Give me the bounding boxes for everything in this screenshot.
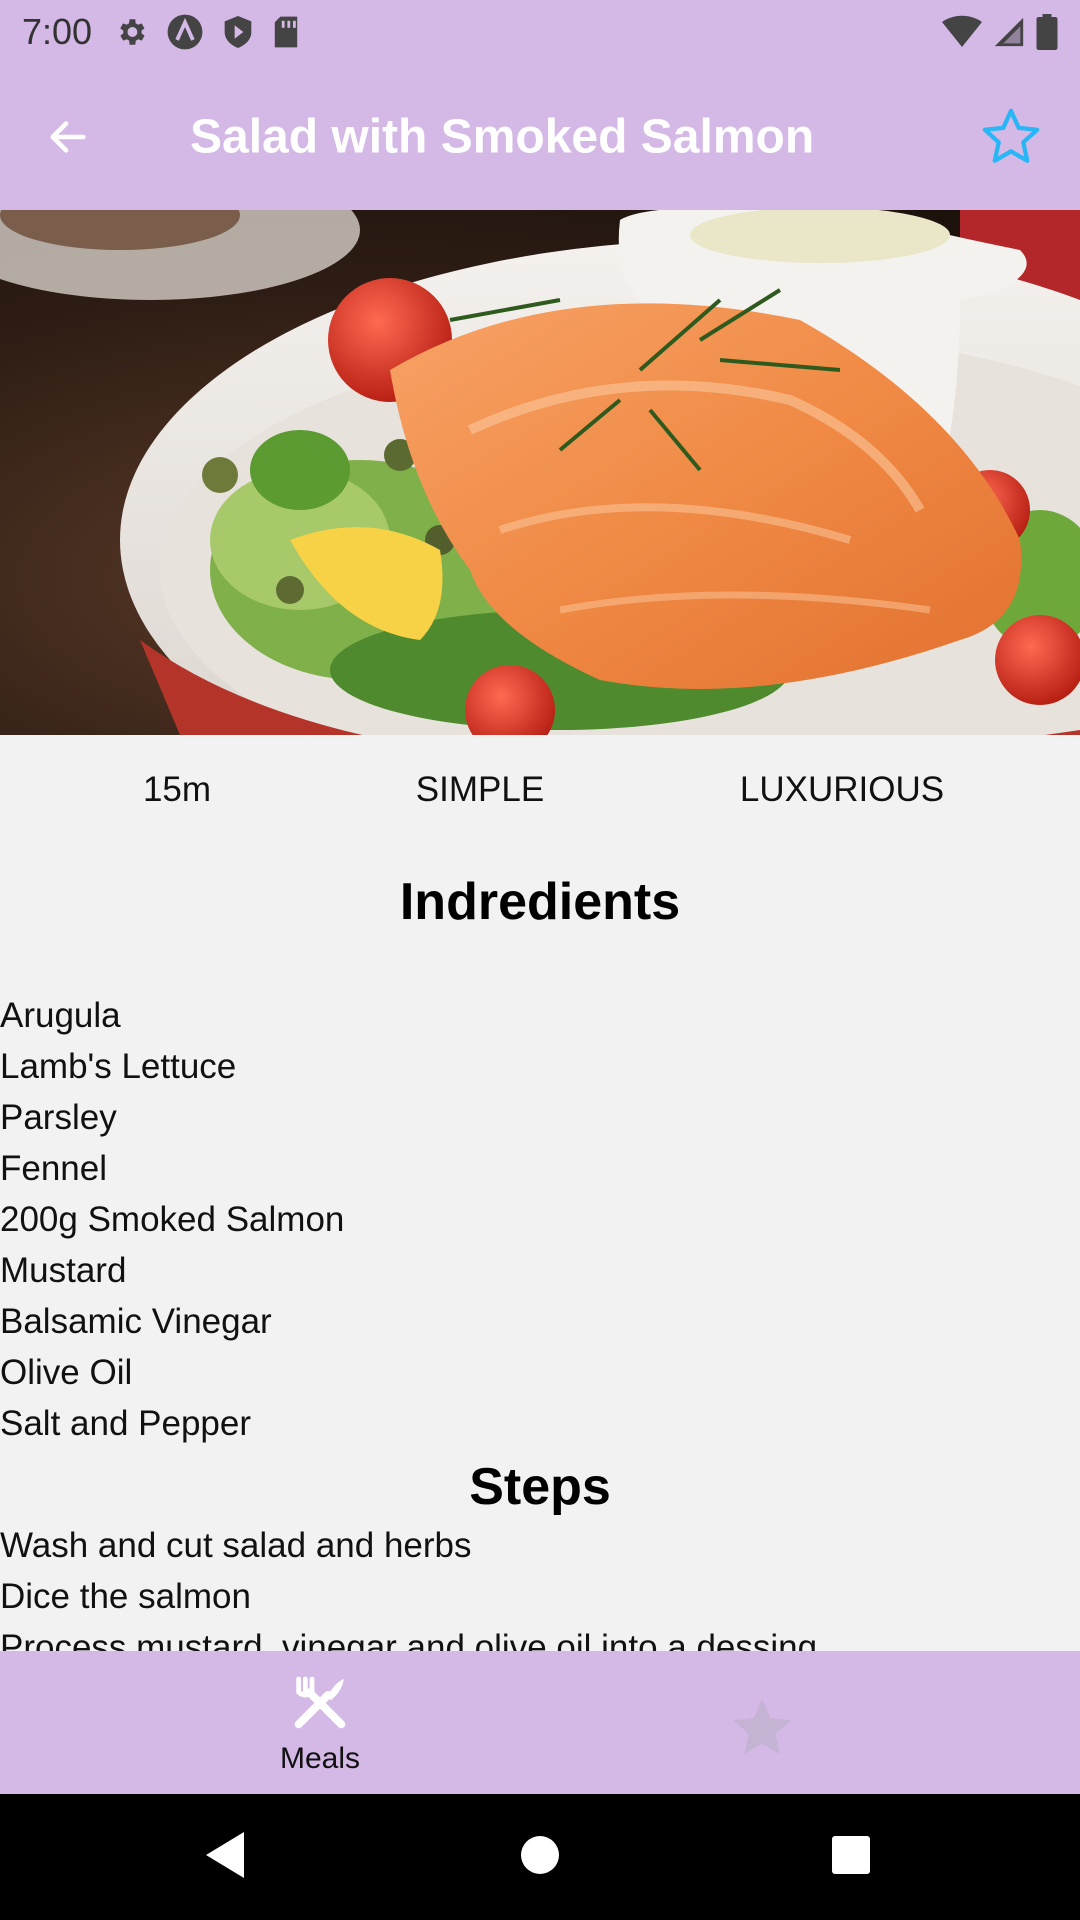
ingredient-item: Balsamic Vinegar — [0, 1302, 272, 1341]
favorite-button[interactable] — [978, 104, 1044, 170]
battery-icon — [1036, 13, 1058, 50]
step-item: Dice the salmon — [0, 1577, 251, 1616]
a-circle-icon — [167, 14, 203, 49]
gear-icon — [120, 18, 145, 45]
ingredient-item: Mustard — [0, 1251, 127, 1290]
ingredient-item: Parsley — [0, 1098, 117, 1137]
complexity-label: SIMPLE — [415, 770, 545, 809]
step-item: Wash and cut salad and herbs — [0, 1526, 472, 1565]
home-circle-icon[interactable] — [520, 1830, 560, 1880]
tab-meals-label: Meals — [279, 1742, 361, 1775]
page-title: Salad with Smoked Salmon — [190, 110, 815, 163]
step-item: Process mustard, vinegar and olive oil i… — [0, 1628, 818, 1651]
ingredients-title: Indredients — [399, 873, 681, 931]
back-triangle-icon[interactable] — [204, 1830, 248, 1880]
play-shield-icon — [224, 15, 252, 48]
duration-label: 15m — [142, 770, 212, 809]
signal-icon — [994, 17, 1024, 46]
arrow-left-icon — [50, 120, 86, 153]
ingredient-item: Salt and Pepper — [0, 1404, 252, 1443]
system-navigation-bar — [0, 1794, 1080, 1920]
steps-scroll-area[interactable]: Wash and cut salad and herbs Dice the sa… — [0, 1520, 1080, 1651]
wifi-icon — [942, 15, 982, 47]
meal-meta-row: 15m SIMPLE LUXURIOUS — [0, 770, 1080, 830]
bottom-navigation: Meals — [0, 1651, 1080, 1794]
tab-favorites[interactable] — [727, 1693, 797, 1763]
sd-card-icon — [274, 16, 298, 47]
ingredient-item: Arugula — [0, 996, 121, 1035]
fork-knife-icon — [294, 1676, 346, 1729]
recents-square-icon[interactable] — [830, 1830, 872, 1880]
affordability-label: LUXURIOUS — [739, 770, 945, 809]
app-bar: Salad with Smoked Salmon — [0, 63, 1080, 210]
steps-list: Wash and cut salad and herbs Dice the sa… — [0, 1520, 817, 1651]
ingredient-item: 200g Smoked Salmon — [0, 1200, 345, 1239]
ingredient-item: Lamb's Lettuce — [0, 1047, 237, 1086]
meal-image — [0, 210, 1080, 735]
star-outline-icon — [982, 108, 1040, 163]
tab-meals[interactable]: Meals — [270, 1671, 370, 1776]
back-button[interactable] — [42, 111, 94, 163]
salmon-salad-photo — [0, 210, 1080, 735]
ingredient-item: Fennel — [0, 1149, 108, 1188]
steps-title: Steps — [469, 1458, 611, 1516]
ingredient-item: Olive Oil — [0, 1353, 133, 1392]
star-icon — [733, 1699, 791, 1754]
status-bar: 7:00 — [0, 0, 1080, 63]
ingredients-list: Arugula Lamb's Lettuce Parsley Fennel 20… — [0, 990, 344, 1449]
status-time: 7:00 — [22, 10, 93, 52]
